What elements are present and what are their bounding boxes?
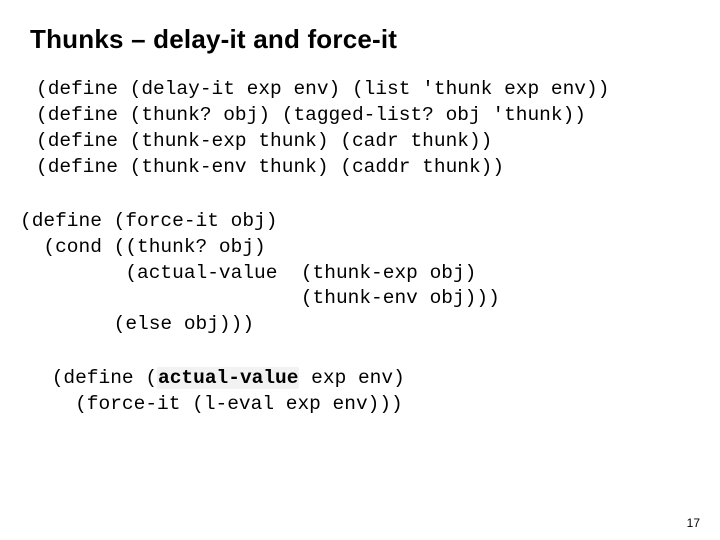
code-line: (define (thunk-exp thunk) (cadr thunk)) (36, 130, 492, 152)
code-line: (thunk-env obj))) (20, 287, 500, 309)
code-line: (define (thunk-env thunk) (caddr thunk)) (36, 156, 504, 178)
code-line-part: exp env) (299, 367, 404, 389)
code-block-thunk-defs: (define (delay-it exp env) (list 'thunk … (36, 77, 692, 181)
code-line: (cond ((thunk? obj) (20, 236, 266, 258)
code-block-force-it: (define (force-it obj) (cond ((thunk? ob… (20, 209, 692, 339)
code-line: (define (thunk? obj) (tagged-list? obj '… (36, 104, 586, 126)
highlighted-symbol: actual-value (157, 367, 299, 389)
code-line: (define (force-it obj) (20, 210, 277, 232)
code-line: (force-it (l-eval exp env))) (40, 393, 403, 415)
code-line-part: (define ( (40, 367, 157, 389)
slide-title: Thunks – delay-it and force-it (30, 24, 692, 55)
code-block-actual-value: (define (actual-value exp env) (force-it… (40, 366, 692, 418)
code-line: (actual-value (thunk-exp obj) (20, 262, 476, 284)
code-line: (else obj))) (20, 313, 254, 335)
page-number: 17 (687, 516, 700, 530)
slide: Thunks – delay-it and force-it (define (… (0, 0, 720, 540)
code-line: (define (delay-it exp env) (list 'thunk … (36, 78, 609, 100)
